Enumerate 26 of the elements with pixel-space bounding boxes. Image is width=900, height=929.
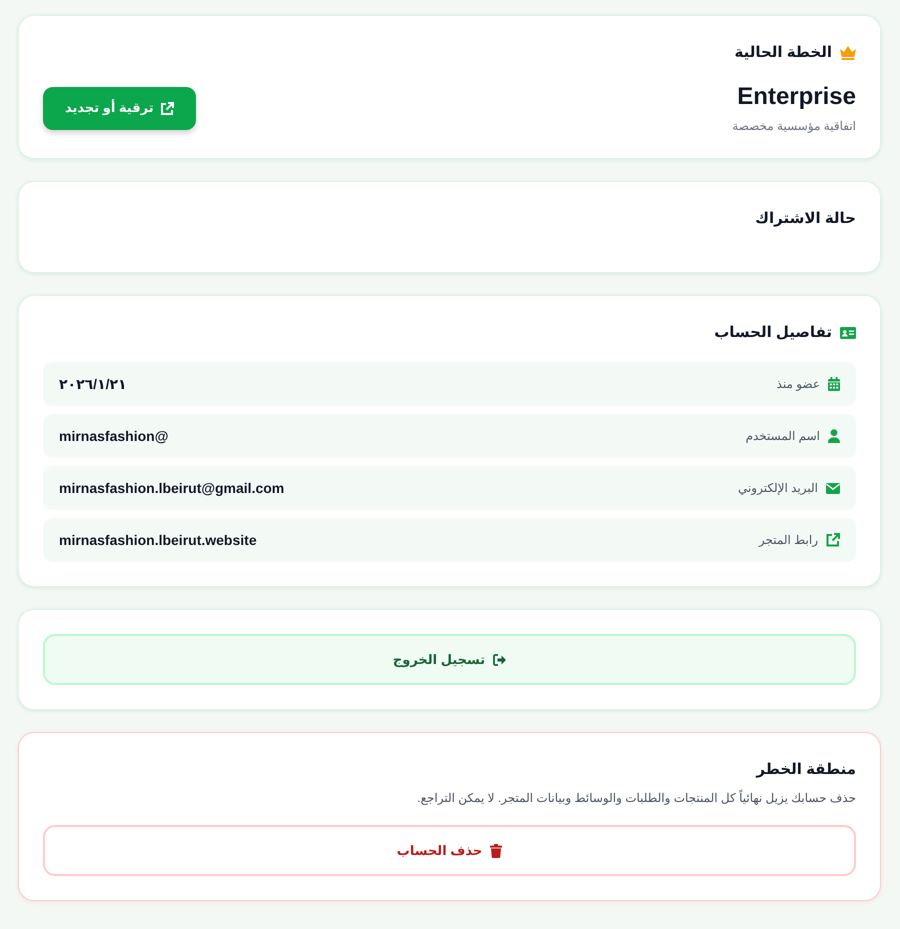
detail-value: mirnasfashion.lbeirut@gmail.com xyxy=(59,478,284,498)
section-title: تفاصيل الحساب xyxy=(714,323,832,343)
delete-account-button[interactable]: حذف الحساب xyxy=(43,825,856,876)
user-icon xyxy=(828,429,840,443)
section-title: حالة الاشتراك xyxy=(755,209,856,229)
external-link-icon xyxy=(826,533,840,547)
logout-button[interactable]: تسجيل الخروج xyxy=(43,634,856,685)
envelope-icon xyxy=(826,482,840,494)
detail-label: رابط المتجر xyxy=(758,532,818,549)
id-card-icon xyxy=(840,327,856,339)
crown-icon xyxy=(840,46,856,60)
external-link-icon xyxy=(160,102,174,114)
detail-value: mirnasfashion.lbeirut.website xyxy=(59,530,257,550)
section-title: منطقة الخطر xyxy=(756,760,856,780)
plan-name: Enterprise xyxy=(736,82,856,112)
calendar-icon xyxy=(828,377,840,391)
detail-label: البريد الإلكتروني xyxy=(738,480,818,497)
detail-label: اسم المستخدم xyxy=(746,428,820,445)
detail-value: ٢٠٢٦/١/٢١ xyxy=(59,374,127,394)
warning-text: حذف حسابك يزيل نهائياً كل المنتجات والطلبات والوسائط وبيانات المتجر. لا يمكن التراجع. xyxy=(416,789,856,807)
plan-description: اتفاقية مؤسسية مخصصة xyxy=(732,118,856,134)
section-title: الخطة الحالية xyxy=(734,43,832,63)
exit-icon xyxy=(493,654,506,666)
detail-label: عضو منذ xyxy=(776,376,820,393)
trash-icon xyxy=(490,844,502,858)
detail-value: @mirnasfashion xyxy=(59,426,168,446)
